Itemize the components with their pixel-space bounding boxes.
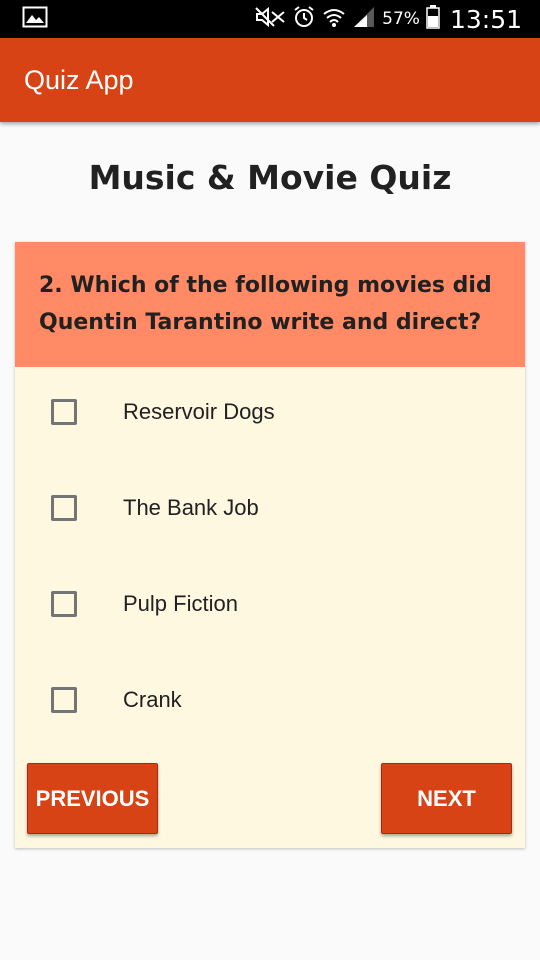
option-label: Reservoir Dogs	[123, 399, 275, 424]
battery-percent: 57%	[382, 9, 420, 29]
question-box: 2. Which of the following movies did Que…	[15, 242, 525, 367]
checkbox[interactable]	[51, 687, 77, 713]
image-icon	[22, 6, 48, 33]
question-card: 2. Which of the following movies did Que…	[15, 242, 525, 848]
next-button[interactable]: NEXT	[381, 763, 512, 834]
app-bar: Quiz App	[0, 38, 540, 122]
option-pulp-fiction[interactable]: Pulp Fiction	[15, 574, 525, 634]
option-label: Crank	[123, 687, 182, 712]
battery-icon	[426, 4, 440, 34]
checkbox[interactable]	[51, 591, 77, 617]
option-label: Pulp Fiction	[123, 591, 238, 616]
status-bar: 57% 13:51	[0, 0, 540, 38]
question-line-2: Quentin Tarantino write and direct?	[39, 310, 482, 335]
wifi-icon	[322, 6, 346, 33]
previous-button[interactable]: PREVIOUS	[27, 763, 158, 834]
option-label: The Bank Job	[123, 495, 259, 520]
signal-icon	[352, 6, 376, 33]
status-clock: 13:51	[449, 4, 522, 34]
quiz-heading: Music & Movie Quiz	[88, 158, 452, 197]
app-title: Quiz App	[24, 64, 134, 95]
mute-icon	[254, 6, 286, 33]
question-line-1: 2. Which of the following movies did	[39, 273, 492, 298]
alarm-icon	[292, 5, 316, 34]
option-the-bank-job[interactable]: The Bank Job	[15, 478, 525, 538]
option-crank[interactable]: Crank	[15, 670, 525, 730]
checkbox[interactable]	[51, 399, 77, 425]
option-reservoir-dogs[interactable]: Reservoir Dogs	[15, 382, 525, 442]
checkbox[interactable]	[51, 495, 77, 521]
